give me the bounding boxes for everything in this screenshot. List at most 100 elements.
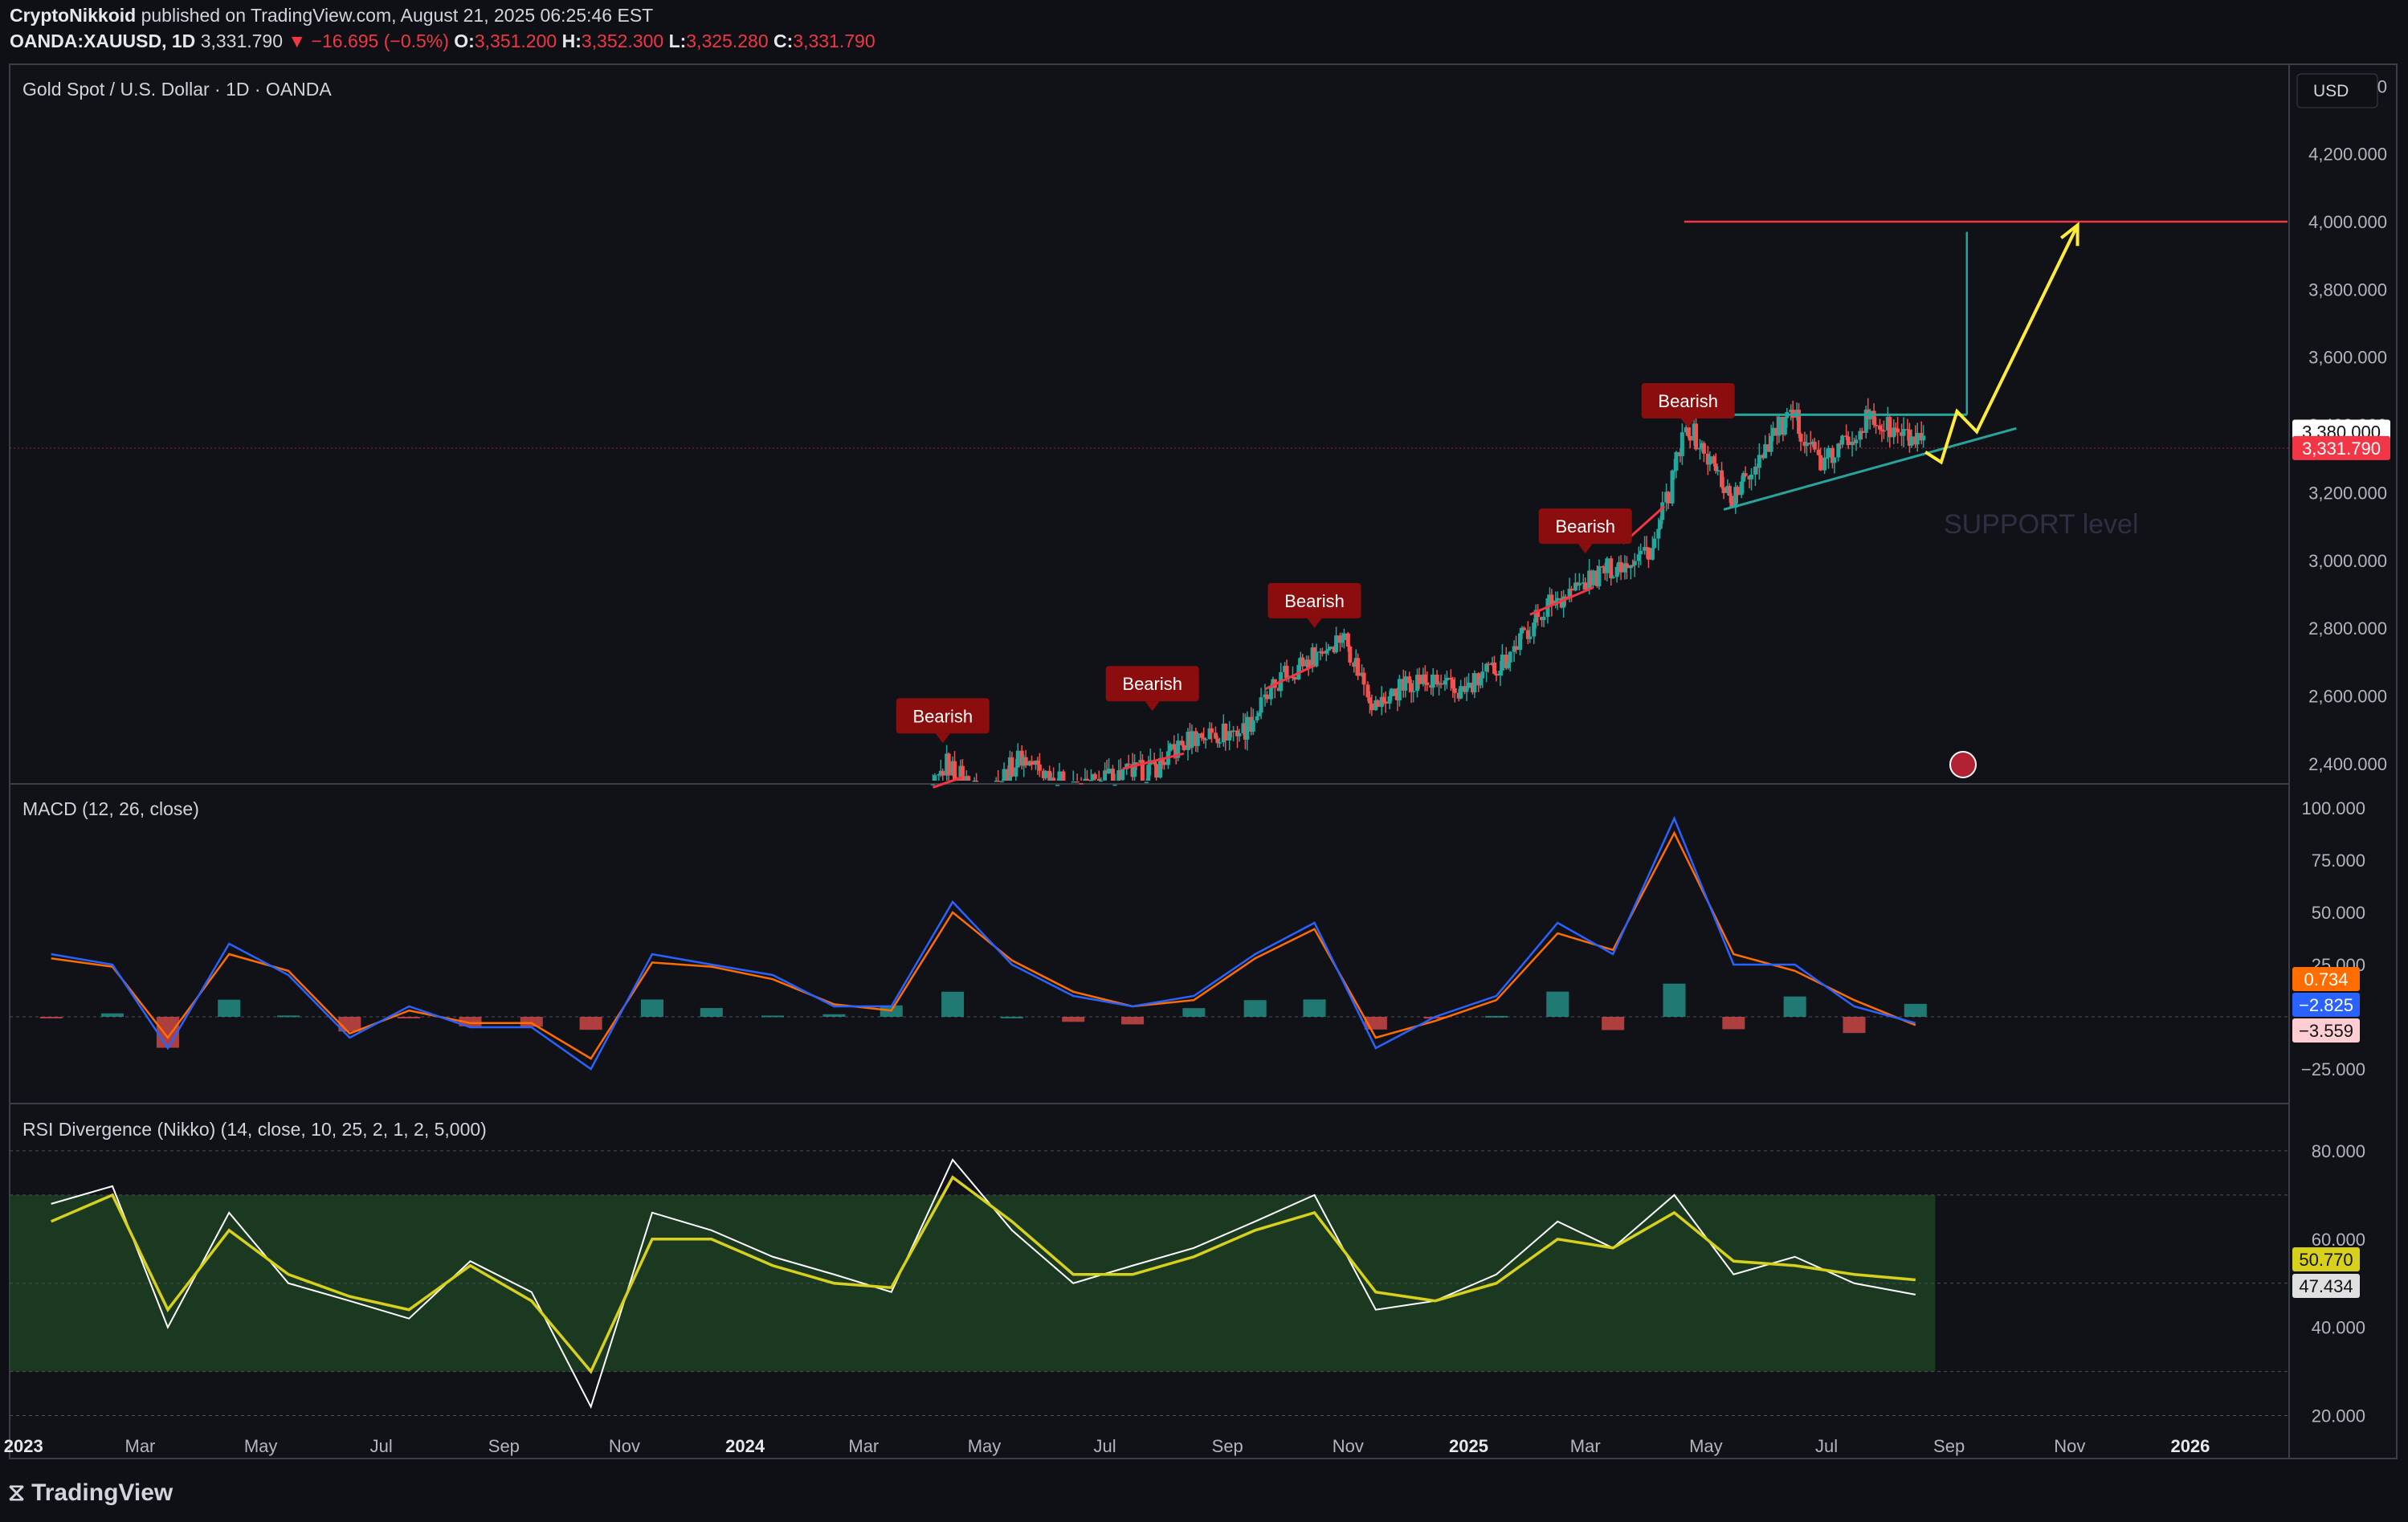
price-y-tick: 4,000.000	[2308, 212, 2387, 232]
candle-body	[1268, 687, 1273, 700]
price-y-tick: 3,000.000	[2308, 551, 2387, 571]
candle-body	[1500, 655, 1504, 671]
macd-value-label: −3.559	[2299, 1021, 2353, 1041]
candle-body	[1079, 783, 1084, 785]
candle-body	[1403, 676, 1408, 691]
candle-body	[1255, 716, 1259, 720]
candle-body	[1822, 457, 1827, 471]
candle-body	[1486, 663, 1491, 666]
candle-body	[1161, 761, 1166, 765]
candle-body	[1000, 781, 1005, 783]
candle-body	[1555, 598, 1560, 601]
bearish-label-text: Bearish	[1555, 516, 1615, 537]
candle-body	[1361, 672, 1366, 685]
candle-body	[1569, 589, 1574, 591]
candle-body	[1521, 627, 1526, 630]
candle-body	[1605, 558, 1610, 573]
macd-y-tick: 100.000	[2301, 798, 2365, 818]
macd-histogram-bar	[39, 1017, 63, 1018]
bearish-label-text: Bearish	[1658, 391, 1718, 411]
candle-body	[930, 784, 935, 785]
candle-body	[1494, 673, 1499, 676]
candle-body	[1112, 784, 1117, 786]
candle-body	[1356, 658, 1361, 676]
candle-body	[966, 776, 971, 781]
candle-body	[1314, 651, 1319, 667]
candle-body	[1055, 785, 1060, 786]
x-tick-label: Mar	[848, 1436, 879, 1456]
candle-body	[1650, 548, 1655, 560]
chart-canvas[interactable]: SUPPORT level Bearish Bearish Bearish Bearis…	[0, 0, 2408, 1522]
candle-body	[1292, 676, 1297, 680]
macd-histogram-bar	[1121, 1017, 1145, 1025]
candle-body	[974, 780, 979, 782]
candle-body	[1043, 770, 1048, 778]
candle-body	[1798, 434, 1803, 442]
candle-body	[1320, 651, 1324, 654]
macd-y-tick: −25.000	[2301, 1059, 2365, 1079]
candle-body	[1757, 455, 1761, 468]
candle-body	[1075, 781, 1080, 783]
candle-body	[1577, 582, 1582, 586]
candle-body	[1472, 673, 1477, 693]
candle-body	[1251, 720, 1255, 732]
candle-body	[1597, 566, 1602, 586]
candle-body	[1015, 750, 1020, 768]
macd-value-label: 0.734	[2304, 969, 2348, 990]
macd-pane-title: MACD (12, 26, close)	[22, 798, 199, 819]
candle-body	[1591, 570, 1596, 586]
candle-body	[1223, 723, 1228, 741]
x-tick-label: 2025	[1449, 1436, 1488, 1456]
candle-body	[1439, 683, 1443, 685]
candle-body	[1660, 502, 1665, 520]
x-tick-label: Sep	[1933, 1436, 1965, 1456]
candle-body	[1397, 679, 1402, 701]
candle-body	[1688, 435, 1692, 441]
macd-histogram-bar	[218, 999, 241, 1017]
candle-body	[1541, 617, 1546, 621]
candle-body	[1467, 682, 1471, 688]
candle-body	[1721, 487, 1726, 493]
candle-body	[1708, 456, 1712, 465]
candle-body	[1014, 767, 1018, 777]
candle-body	[946, 753, 951, 776]
macd-y-tick: 50.000	[2312, 903, 2365, 923]
candle-body	[1610, 577, 1615, 578]
macd-y-tick: 75.000	[2312, 851, 2365, 871]
candle-body	[1431, 674, 1435, 688]
macd-histogram-bar	[941, 991, 965, 1017]
x-tick-label: Mar	[1570, 1436, 1601, 1456]
candle-body	[1846, 436, 1851, 446]
tradingview-brand[interactable]: ⧖ TradingView	[8, 1479, 173, 1507]
rsi-band-fill	[10, 1194, 1936, 1372]
candle-body	[1632, 561, 1637, 565]
candle-body	[1037, 764, 1042, 771]
candle-body	[1647, 547, 1651, 560]
candle-body	[1832, 457, 1837, 463]
price-y-tick: 2,600.000	[2308, 686, 2387, 706]
macd-histogram-bar	[1602, 1017, 1625, 1030]
x-tick-label: Sep	[1212, 1436, 1243, 1456]
price-y-tick: 2,800.000	[2308, 618, 2387, 639]
macd-histogram-bar	[640, 999, 663, 1017]
macd-histogram-bar	[1243, 1000, 1267, 1017]
macd-histogram-bar	[822, 1014, 846, 1017]
candle-body	[1084, 778, 1089, 781]
candle-body	[1639, 550, 1643, 555]
candle-body	[1763, 444, 1768, 459]
x-tick-label: Jul	[1815, 1436, 1838, 1456]
bearish-label-text: Bearish	[1122, 674, 1182, 694]
candle-body	[933, 775, 937, 781]
rsi-pane-title: RSI Divergence (Nikko) (14, close, 10, 2…	[22, 1119, 487, 1140]
candle-body	[1002, 769, 1006, 781]
candle-body	[1777, 417, 1782, 436]
rsi-y-tick: 20.000	[2312, 1406, 2365, 1426]
candle-body	[953, 761, 957, 780]
candle-body	[1328, 647, 1333, 650]
candle-body	[1854, 439, 1859, 443]
rsi-value-label: 47.434	[2299, 1276, 2353, 1296]
candle-body	[1826, 447, 1830, 458]
candle-body	[1896, 428, 1900, 433]
candle-body	[1874, 425, 1879, 426]
candle-body	[1023, 757, 1028, 766]
